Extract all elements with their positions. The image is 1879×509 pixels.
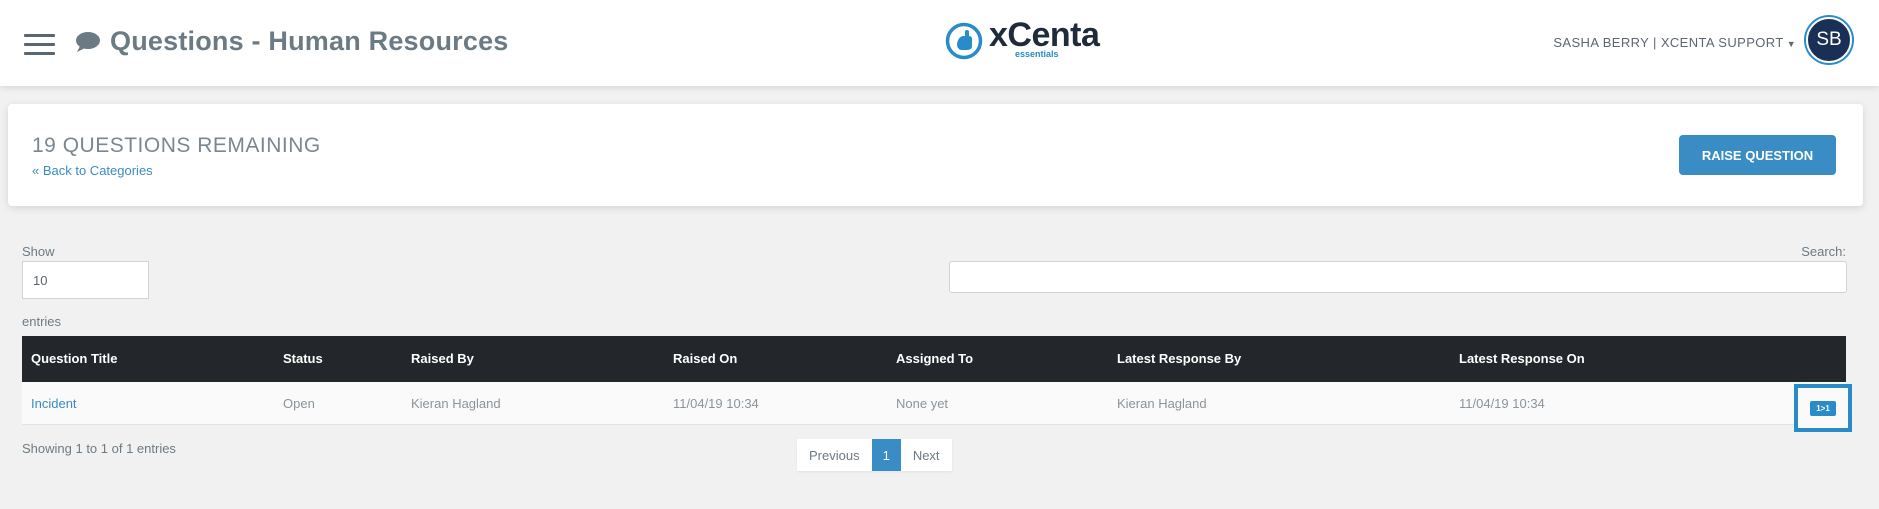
table-info: Showing 1 to 1 of 1 entries [22, 441, 176, 456]
latest-response-on-cell: 11/04/19 10:34 [1459, 396, 1545, 411]
one-to-one-icon: 1>1 [1810, 400, 1836, 416]
page-length-select[interactable]: 10 [22, 261, 149, 299]
previous-page-button[interactable]: Previous [797, 439, 872, 471]
column-header-question-title[interactable]: Question Title [31, 351, 117, 366]
questions-table: Question Title Status Raised By Raised O… [22, 336, 1852, 432]
column-header-assigned-to[interactable]: Assigned To [896, 351, 973, 366]
user-menu[interactable]: SASHA BERRY | XCENTA SUPPORT ▼ [1553, 35, 1796, 50]
xcenta-logo-icon [945, 22, 983, 60]
top-bar: Questions - Human Resources xCenta essen… [0, 0, 1879, 86]
column-header-raised-on[interactable]: Raised On [673, 351, 737, 366]
raised-by-cell: Kieran Hagland [411, 396, 501, 411]
hamburger-menu-icon[interactable] [24, 34, 55, 55]
xcenta-logo[interactable]: xCenta essentials [945, 16, 1115, 62]
column-header-status[interactable]: Status [283, 351, 323, 366]
question-title-link[interactable]: Incident [31, 396, 77, 411]
page-1-button[interactable]: 1 [871, 439, 901, 471]
questions-remaining: 19 QUESTIONS REMAINING [32, 134, 321, 157]
column-header-latest-response-by[interactable]: Latest Response By [1117, 351, 1241, 366]
user-menu-label: SASHA BERRY | XCENTA SUPPORT [1553, 35, 1784, 50]
logo-subtitle: essentials [1015, 49, 1059, 59]
latest-response-by-cell: Kieran Hagland [1117, 396, 1207, 411]
page-title: Questions - Human Resources [110, 26, 509, 56]
raised-on-cell: 11/04/19 10:34 [673, 396, 759, 411]
table-row: Incident Open Kieran Hagland 11/04/19 10… [22, 382, 1852, 432]
questions-panel: 19 QUESTIONS REMAINING « Back to Categor… [8, 104, 1863, 206]
column-header-raised-by[interactable]: Raised By [411, 351, 474, 366]
next-page-button[interactable]: Next [901, 439, 952, 471]
search-label: Search: [1801, 244, 1846, 259]
row-action-button[interactable]: 1>1 [1794, 384, 1852, 432]
status-cell: Open [283, 396, 315, 411]
chat-bubble-icon [76, 32, 100, 52]
avatar[interactable]: SB [1806, 17, 1852, 63]
caret-down-icon: ▼ [1786, 39, 1796, 49]
search-input[interactable] [949, 261, 1847, 293]
assigned-to-cell: None yet [896, 396, 949, 411]
entries-label: entries [22, 314, 62, 329]
column-header-latest-response-on[interactable]: Latest Response On [1459, 351, 1585, 366]
pagination: Previous 1 Next [797, 439, 952, 471]
back-to-categories-link[interactable]: « Back to Categories [32, 163, 153, 178]
show-label: Show [22, 244, 55, 259]
raise-question-button[interactable]: RAISE QUESTION [1679, 135, 1836, 175]
table-header: Question Title Status Raised By Raised O… [22, 336, 1846, 382]
